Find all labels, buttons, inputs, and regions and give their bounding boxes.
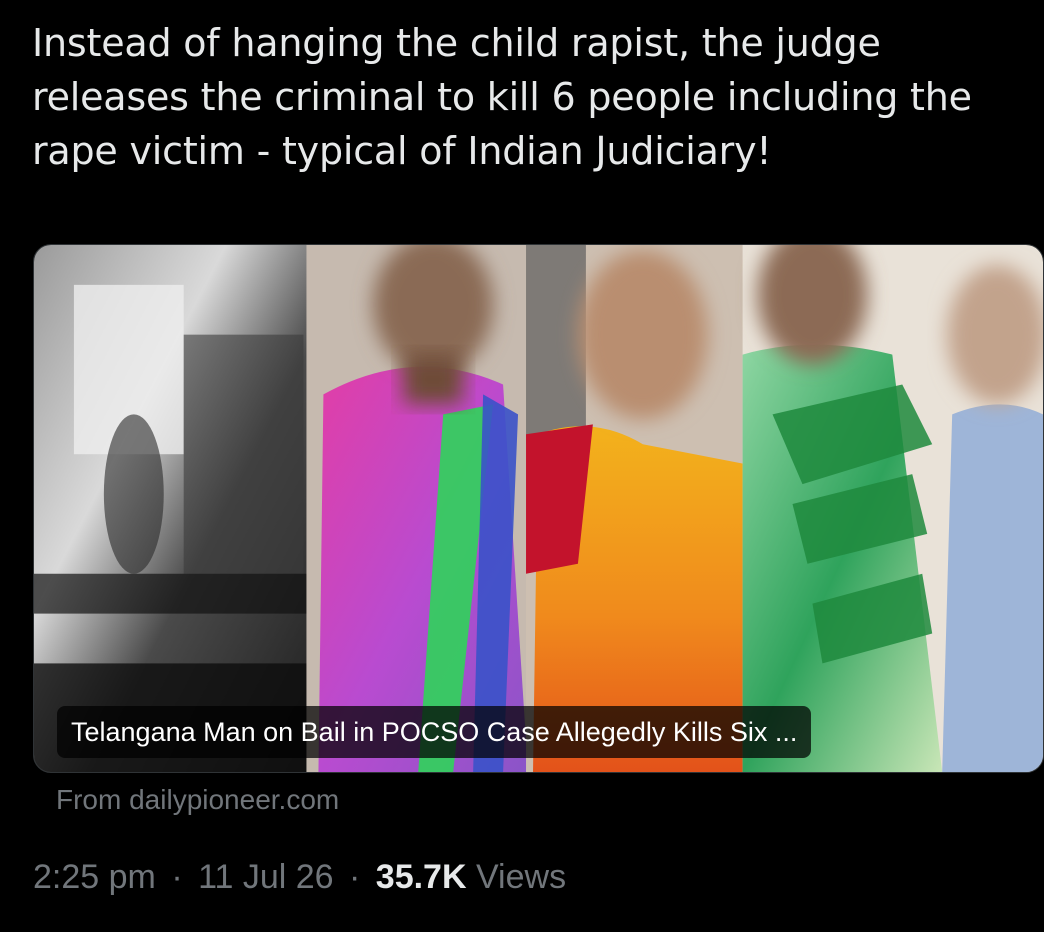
- card-title[interactable]: Telangana Man on Bail in POCSO Case Alle…: [57, 706, 812, 758]
- meta-separator: ·: [349, 858, 361, 896]
- tweet-date[interactable]: 11 Jul 26: [198, 858, 333, 896]
- link-card[interactable]: Telangana Man on Bail in POCSO Case Alle…: [33, 244, 1044, 773]
- card-image[interactable]: [34, 245, 1043, 772]
- tweet-meta: 2:25 pm · 11 Jul 26 · 35.7K Views: [33, 858, 566, 897]
- views-label: Views: [475, 858, 567, 896]
- tweet-time[interactable]: 2:25 pm: [33, 858, 156, 896]
- tweet-text: Instead of hanging the child rapist, the…: [32, 21, 972, 173]
- views-count[interactable]: 35.7K: [376, 858, 467, 896]
- card-source-domain[interactable]: From dailypioneer.com: [56, 784, 339, 816]
- card-image-collage: [34, 245, 1043, 772]
- meta-separator: ·: [171, 858, 183, 896]
